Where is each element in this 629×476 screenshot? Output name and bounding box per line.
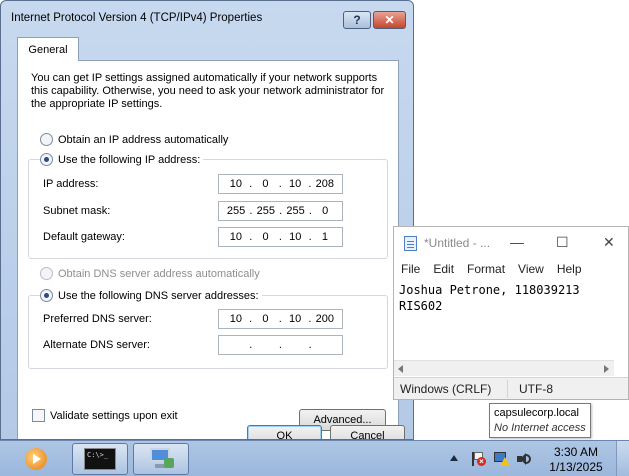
octet: 10	[229, 231, 243, 243]
text-line: RIS602	[399, 299, 443, 313]
octet: 0	[262, 178, 269, 190]
validate-label: Validate settings upon exit	[50, 409, 178, 422]
default-gateway-label: Default gateway:	[43, 231, 125, 243]
ip-manual-option[interactable]: Use the following IP address:	[40, 153, 204, 166]
menu-file[interactable]: File	[401, 260, 426, 280]
ip-address-field[interactable]: 10. 0. 10. 208	[218, 174, 343, 194]
preferred-dns-field[interactable]: 10. 0. 10. 200	[218, 309, 343, 329]
tab-general[interactable]: General	[17, 37, 79, 61]
notepad-icon	[404, 236, 417, 251]
cancel-button[interactable]: Cancel	[330, 425, 405, 439]
dialog-title: Internet Protocol Version 4 (TCP/IPv4) P…	[11, 12, 263, 24]
ok-button[interactable]: OK	[247, 425, 322, 439]
network-tooltip: capsulecorp.local No Internet access	[489, 403, 591, 438]
show-hidden-icons-icon[interactable]	[450, 455, 458, 461]
notepad-title: *Untitled - ...	[424, 236, 491, 250]
ip-manual-radio[interactable]	[40, 153, 53, 166]
taskbar: C:\>_ × 3:30 AM 1/13/2025	[0, 440, 629, 476]
line-ending-status: Windows (CRLF)	[400, 382, 492, 396]
general-panel: You can get IP settings assigned automat…	[17, 60, 399, 439]
menu-help[interactable]: Help	[557, 260, 588, 280]
network-status: No Internet access	[494, 422, 586, 434]
octet: 10	[229, 313, 243, 325]
ip-auto-radio[interactable]	[40, 133, 53, 146]
notepad-close-button[interactable]: ✕	[603, 234, 615, 251]
system-clock[interactable]: 3:30 AM 1/13/2025	[544, 445, 608, 475]
octet: 10	[229, 178, 243, 190]
dialog-close-button[interactable]: ✕	[373, 11, 406, 29]
network-connections-button[interactable]	[133, 443, 189, 475]
octet: 10	[288, 178, 302, 190]
intro-text: You can get IP settings assigned automat…	[31, 72, 385, 110]
subnet-mask-field[interactable]: 255. 255. 255. 0	[218, 201, 343, 221]
notepad-statusbar: Windows (CRLF) UTF-8	[394, 377, 628, 399]
command-prompt-button[interactable]: C:\>_	[72, 443, 128, 475]
clock-time: 3:30 AM	[553, 445, 599, 459]
maximize-button[interactable]: ☐	[556, 234, 569, 251]
volume-icon[interactable]	[515, 451, 531, 467]
octet: 0	[322, 205, 329, 217]
ip-manual-label: Use the following IP address:	[58, 153, 201, 166]
ipv4-properties-dialog: Internet Protocol Version 4 (TCP/IPv4) P…	[0, 0, 414, 440]
octet: 10	[288, 313, 302, 325]
dns-manual-radio[interactable]	[40, 289, 53, 302]
octet: 255	[256, 205, 275, 217]
command-prompt-icon: C:\>_	[84, 448, 116, 470]
dns-auto-label: Obtain DNS server address automatically	[58, 267, 260, 280]
action-center-icon[interactable]: ×	[470, 451, 486, 467]
dns-group	[28, 295, 388, 369]
octet: 200	[315, 313, 335, 325]
octet: 208	[315, 178, 335, 190]
default-gateway-field[interactable]: 10. 0. 10. 1	[218, 227, 343, 247]
menu-view[interactable]: View	[518, 260, 550, 280]
help-button[interactable]: ?	[343, 11, 371, 29]
menu-edit[interactable]: Edit	[433, 260, 460, 280]
validate-option[interactable]: Validate settings upon exit	[32, 409, 178, 422]
ip-auto-label: Obtain an IP address automatically	[58, 133, 229, 146]
media-player-icon	[25, 448, 47, 470]
notepad-text-area[interactable]: Joshua Petrone, 118039213 RIS602	[399, 282, 580, 314]
octet: 10	[289, 231, 302, 243]
notepad-titlebar[interactable]: *Untitled - ... — ☐ ✕	[394, 227, 628, 259]
octet: 0	[262, 313, 269, 325]
preferred-dns-label: Preferred DNS server:	[43, 313, 152, 325]
notepad-menubar: File Edit Format View Help	[394, 260, 628, 280]
octet: 255	[286, 205, 305, 217]
dns-auto-radio[interactable]	[40, 267, 53, 280]
notepad-window: *Untitled - ... — ☐ ✕ File Edit Format V…	[393, 226, 629, 400]
octet: 0	[262, 231, 269, 243]
network-name: capsulecorp.local	[494, 407, 579, 419]
dns-auto-option[interactable]: Obtain DNS server address automatically	[40, 267, 260, 280]
octet: 255	[226, 205, 246, 217]
clock-date: 1/13/2025	[549, 460, 603, 474]
show-desktop-button[interactable]	[616, 441, 629, 476]
validate-checkbox[interactable]	[32, 409, 45, 422]
text-line: Joshua Petrone, 118039213	[399, 283, 580, 297]
minimize-button[interactable]: —	[510, 234, 524, 250]
alternate-dns-label: Alternate DNS server:	[43, 339, 150, 351]
scroll-left-icon[interactable]	[398, 365, 403, 373]
media-player-button[interactable]	[21, 443, 51, 475]
menu-format[interactable]: Format	[467, 260, 511, 280]
dns-manual-option[interactable]: Use the following DNS server addresses:	[40, 289, 262, 302]
horizontal-scrollbar[interactable]	[394, 360, 614, 376]
status-divider	[507, 380, 508, 398]
ip-address-label: IP address:	[43, 178, 99, 190]
network-warning-icon[interactable]	[493, 451, 510, 467]
dns-manual-label: Use the following DNS server addresses:	[58, 289, 259, 302]
alternate-dns-field[interactable]: . . .	[218, 335, 343, 355]
octet: 1	[321, 231, 329, 243]
ip-auto-option[interactable]: Obtain an IP address automatically	[40, 133, 228, 146]
tab-strip: General You can get IP settings assigned…	[9, 32, 407, 439]
network-connections-icon	[147, 447, 175, 471]
encoding-status: UTF-8	[519, 382, 553, 396]
subnet-mask-label: Subnet mask:	[43, 205, 111, 217]
scroll-right-icon[interactable]	[604, 365, 609, 373]
